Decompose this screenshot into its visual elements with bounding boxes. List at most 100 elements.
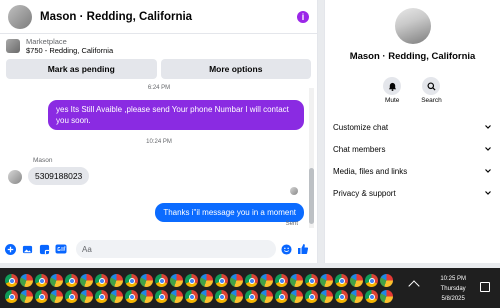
- chrome-app-icon[interactable]: [335, 274, 348, 287]
- edge-app-icon[interactable]: [170, 290, 183, 303]
- edge-app-icon[interactable]: [230, 274, 243, 287]
- chat-title[interactable]: Mason · Redding, California: [40, 11, 297, 23]
- chrome-app-icon[interactable]: [65, 290, 78, 303]
- chrome-app-icon[interactable]: [245, 290, 258, 303]
- clock-day: Thursday: [440, 286, 466, 292]
- chrome-app-icon[interactable]: [125, 274, 138, 287]
- avatar[interactable]: [8, 4, 32, 29]
- sticker-icon[interactable]: [38, 243, 50, 255]
- marketplace-listing[interactable]: Marketplace $750 - Redding, California: [0, 34, 317, 58]
- chrome-app-icon[interactable]: [35, 290, 48, 303]
- edge-app-icon[interactable]: [20, 290, 33, 303]
- chat-members-item[interactable]: Chat members: [325, 138, 500, 160]
- sender-avatar[interactable]: [8, 170, 22, 184]
- composer: Aa: [0, 235, 318, 263]
- outgoing-message[interactable]: yes Its Still Avaible ,please send Your …: [48, 100, 304, 130]
- edge-app-icon[interactable]: [80, 290, 93, 303]
- edge-app-icon[interactable]: [260, 290, 273, 303]
- menu-item-label: Media, files and links: [333, 166, 408, 176]
- taskbar-clock[interactable]: 10:25 PM Thursday 5/8/2025: [440, 274, 466, 304]
- mark-as-pending-button[interactable]: Mark as pending: [6, 59, 157, 79]
- search-icon: [422, 77, 441, 95]
- edge-app-icon[interactable]: [80, 274, 93, 287]
- edge-app-icon[interactable]: [230, 290, 243, 303]
- taskbar: 10:25 PM Thursday 5/8/2025: [0, 268, 500, 308]
- like-icon[interactable]: [297, 243, 309, 255]
- edge-app-icon[interactable]: [50, 290, 63, 303]
- tray-overflow-icon[interactable]: [408, 280, 420, 292]
- edge-app-icon[interactable]: [20, 274, 33, 287]
- edge-app-icon[interactable]: [200, 274, 213, 287]
- listing-actions: Mark as pending More options: [0, 59, 317, 79]
- chat-header: Mason · Redding, California i: [0, 0, 317, 34]
- chrome-app-icon[interactable]: [95, 274, 108, 287]
- customize-chat-item[interactable]: Customize chat: [325, 116, 500, 138]
- edge-app-icon[interactable]: [350, 274, 363, 287]
- chrome-app-icon[interactable]: [95, 290, 108, 303]
- edge-app-icon[interactable]: [260, 274, 273, 287]
- clock-date: 5/8/2025: [441, 296, 465, 302]
- chrome-app-icon[interactable]: [5, 274, 18, 287]
- edge-app-icon[interactable]: [50, 274, 63, 287]
- search-button[interactable]: Search: [421, 77, 442, 104]
- chevron-down-icon: [485, 169, 491, 173]
- chrome-app-icon[interactable]: [365, 290, 378, 303]
- edge-app-icon[interactable]: [110, 274, 123, 287]
- chrome-app-icon[interactable]: [305, 274, 318, 287]
- info-icon[interactable]: i: [297, 10, 309, 23]
- message-input[interactable]: Aa: [76, 240, 276, 258]
- chevron-down-icon: [485, 191, 491, 195]
- sender-name: Mason: [33, 157, 53, 164]
- edge-app-icon[interactable]: [320, 290, 333, 303]
- edge-app-icon[interactable]: [140, 274, 153, 287]
- more-options-button[interactable]: More options: [160, 59, 311, 79]
- plus-icon[interactable]: [4, 243, 16, 255]
- edge-app-icon[interactable]: [140, 290, 153, 303]
- chrome-app-icon[interactable]: [155, 290, 168, 303]
- chrome-app-icon[interactable]: [215, 290, 228, 303]
- edge-app-icon[interactable]: [290, 274, 303, 287]
- mute-label: Mute: [384, 97, 400, 104]
- search-label: Search: [421, 97, 442, 104]
- chrome-app-icon[interactable]: [125, 290, 138, 303]
- chevron-down-icon: [485, 147, 491, 151]
- outgoing-message[interactable]: Thanks i"il message you in a moment: [155, 203, 304, 222]
- chrome-app-icon[interactable]: [245, 274, 258, 287]
- scrollbar-thumb[interactable]: [309, 168, 314, 224]
- chrome-app-icon[interactable]: [185, 274, 198, 287]
- chrome-app-icon[interactable]: [365, 274, 378, 287]
- chrome-app-icon[interactable]: [305, 290, 318, 303]
- menu-item-label: Privacy & support: [333, 188, 396, 198]
- privacy-support-item[interactable]: Privacy & support: [325, 182, 500, 204]
- chrome-app-icon[interactable]: [65, 274, 78, 287]
- chrome-app-icon[interactable]: [275, 274, 288, 287]
- chrome-app-icon[interactable]: [335, 290, 348, 303]
- edge-app-icon[interactable]: [290, 290, 303, 303]
- chrome-app-icon[interactable]: [185, 290, 198, 303]
- edge-app-icon[interactable]: [380, 274, 393, 287]
- edge-app-icon[interactable]: [320, 274, 333, 287]
- mute-button[interactable]: Mute: [383, 77, 402, 104]
- media-files-links-item[interactable]: Media, files and links: [325, 160, 500, 182]
- profile-avatar[interactable]: [394, 8, 431, 44]
- listing-thumbnail: [6, 39, 20, 53]
- chrome-app-icon[interactable]: [155, 274, 168, 287]
- image-icon[interactable]: [21, 243, 33, 255]
- edge-app-icon[interactable]: [110, 290, 123, 303]
- edge-app-icon[interactable]: [170, 274, 183, 287]
- chrome-app-icon[interactable]: [275, 290, 288, 303]
- edge-app-icon[interactable]: [350, 290, 363, 303]
- chrome-app-icon[interactable]: [215, 274, 228, 287]
- chrome-app-icon[interactable]: [5, 290, 18, 303]
- edge-app-icon[interactable]: [380, 290, 393, 303]
- menu-item-label: Chat members: [333, 144, 386, 154]
- chevron-down-icon: [485, 125, 491, 129]
- notification-icon[interactable]: [480, 282, 490, 292]
- gif-icon[interactable]: [55, 243, 67, 255]
- incoming-message[interactable]: 5309188023: [28, 167, 90, 185]
- edge-app-icon[interactable]: [200, 290, 213, 303]
- chrome-app-icon[interactable]: [35, 274, 48, 287]
- profile-name: Mason · Redding, California: [349, 51, 476, 62]
- emoji-icon[interactable]: [280, 243, 292, 255]
- bell-icon: [383, 77, 402, 95]
